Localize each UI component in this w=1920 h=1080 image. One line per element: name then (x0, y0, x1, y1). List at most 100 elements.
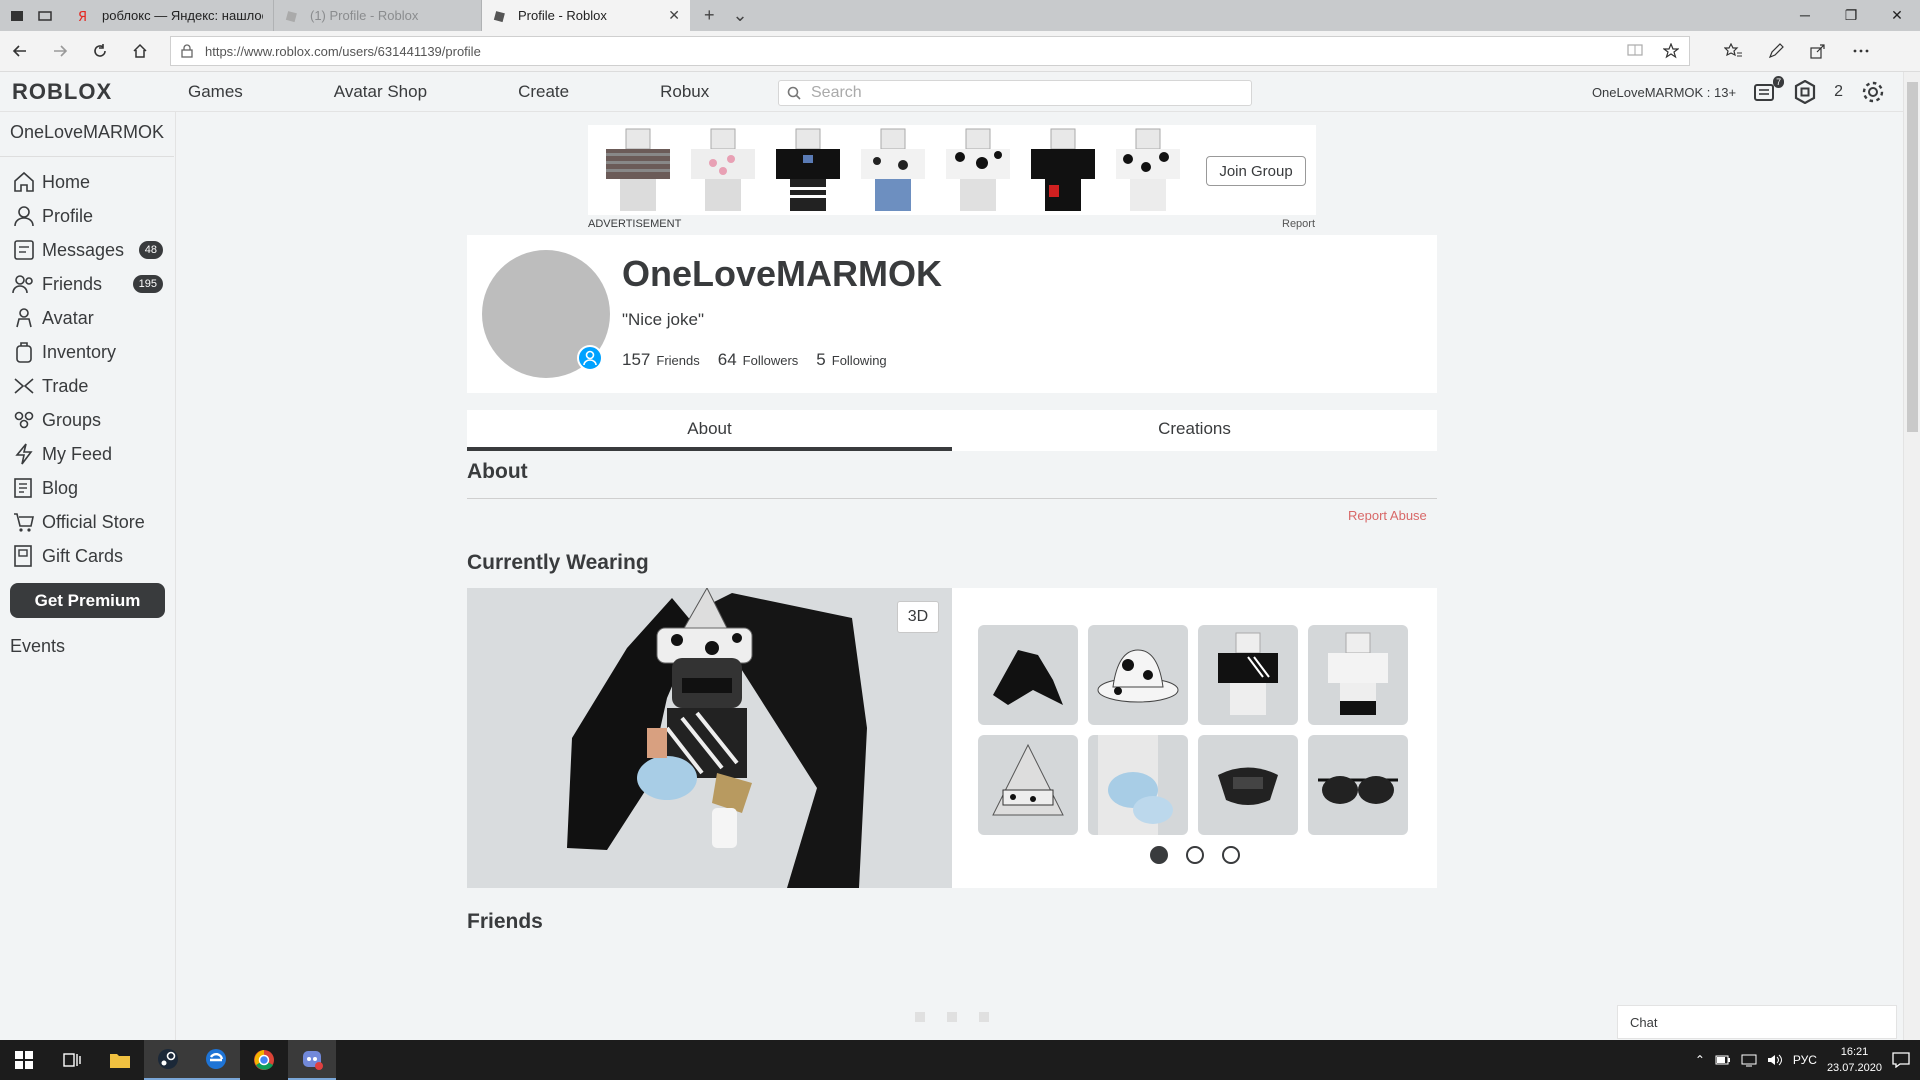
carousel-dot-1[interactable] (1150, 846, 1168, 864)
nav-games[interactable]: Games (188, 82, 243, 102)
sidebar-item-label: Avatar (42, 307, 94, 328)
browser-tab-roblox-1[interactable]: (1) Profile - Roblox (274, 0, 482, 31)
item-white-pants[interactable] (1308, 625, 1408, 725)
nav-avatar-shop[interactable]: Avatar Shop (334, 82, 427, 102)
join-group-button[interactable]: Join Group (1206, 156, 1306, 186)
minimize-icon[interactable]: ─ (1782, 0, 1828, 31)
toggle-3d-button[interactable]: 3D (897, 601, 939, 633)
sidebar-item-gift-cards[interactable]: Gift Cards (0, 539, 175, 573)
item-pyramid-hat[interactable] (978, 735, 1078, 835)
item-mask[interactable] (1198, 735, 1298, 835)
back-icon[interactable] (0, 43, 40, 59)
notifications-button[interactable]: 7 (1754, 76, 1785, 102)
profile-username: OneLoveMARMOK (622, 253, 943, 294)
item-ice-feet[interactable] (1088, 735, 1188, 835)
taskbar-file-explorer[interactable] (96, 1040, 144, 1080)
sidebar-item-home[interactable]: Home (0, 165, 175, 199)
volume-icon[interactable] (1767, 1053, 1783, 1067)
sidebar-item-label: Blog (42, 477, 79, 498)
item-cow-print-hat[interactable] (1088, 625, 1188, 725)
scrollbar-thumb[interactable] (1907, 82, 1918, 432)
favorite-star-icon[interactable] (1663, 43, 1679, 59)
sidebar-item-label: Messages (42, 239, 125, 260)
tab-preview-icon[interactable] (38, 9, 52, 23)
pen-icon[interactable] (1768, 43, 1784, 59)
friends-label: Friends (656, 353, 700, 368)
url-field[interactable]: https://www.roblox.com/users/631441139/p… (170, 36, 1690, 66)
report-abuse-link[interactable]: Report Abuse (1348, 508, 1427, 523)
sidebar-item-inventory[interactable]: Inventory (0, 335, 175, 369)
header-username[interactable]: OneLoveMARMOK : 13+ (1592, 85, 1736, 100)
friends-heading: Friends (467, 910, 543, 933)
browser-tab-yandex[interactable]: Я роблокс — Яндекс: нашлос (66, 0, 274, 31)
browser-tab-roblox-active[interactable]: Profile - Roblox ✕ (482, 0, 690, 31)
close-window-icon[interactable]: ✕ (1874, 0, 1920, 31)
share-icon[interactable] (1810, 43, 1826, 59)
about-heading: About (467, 460, 528, 483)
refresh-icon[interactable] (80, 43, 120, 59)
taskbar-clock[interactable]: 16:21 23.07.2020 (1827, 1044, 1882, 1076)
nav-create[interactable]: Create (518, 82, 569, 102)
ad-shirt-image (691, 128, 755, 211)
action-center-icon[interactable] (1892, 1052, 1910, 1068)
tabs-aside-icon[interactable] (10, 9, 24, 23)
friends-stat[interactable]: 157 Friends (622, 350, 700, 370)
robux-icon[interactable] (1794, 80, 1816, 104)
ad-report-link[interactable]: Report (1282, 218, 1315, 230)
carousel-dot-2[interactable] (1186, 846, 1204, 864)
page-scrollbar[interactable] (1903, 72, 1920, 1040)
svg-text:Я: Я (78, 10, 87, 23)
item-sunglasses[interactable] (1308, 735, 1408, 835)
tab-about[interactable]: About (467, 410, 952, 451)
following-stat[interactable]: 5 Following (816, 350, 886, 370)
ad-banner[interactable]: Join Group (588, 125, 1316, 215)
more-icon[interactable] (1852, 43, 1870, 59)
loading-indicator (979, 1012, 989, 1022)
restore-icon[interactable]: ❐ (1828, 0, 1874, 31)
sidebar-item-groups[interactable]: Groups (0, 403, 175, 437)
reading-view-icon[interactable] (1627, 43, 1643, 57)
close-tab-icon[interactable]: ✕ (668, 7, 680, 24)
new-tab-icon[interactable]: + (704, 5, 715, 26)
get-premium-button[interactable]: Get Premium (10, 583, 165, 618)
item-wings[interactable] (978, 625, 1078, 725)
chat-bar[interactable]: Chat (1617, 1005, 1897, 1039)
favorites-icon[interactable] (1724, 43, 1742, 59)
task-view-button[interactable] (48, 1040, 96, 1080)
taskbar-chrome[interactable] (240, 1040, 288, 1080)
tab-list-chevron-icon[interactable]: ⌄ (733, 5, 748, 26)
sidebar-item-trade[interactable]: Trade (0, 369, 175, 403)
avatar-3d-view[interactable]: 3D (467, 588, 952, 888)
nav-robux[interactable]: Robux (660, 82, 709, 102)
tab-creations[interactable]: Creations (952, 410, 1437, 451)
sidebar-item-profile[interactable]: Profile (0, 199, 175, 233)
sidebar-item-friends[interactable]: Friends 195 (0, 267, 175, 301)
blog-icon (14, 478, 32, 498)
robux-count[interactable]: 2 (1834, 83, 1843, 101)
sidebar-item-my-feed[interactable]: My Feed (0, 437, 175, 471)
sidebar-username[interactable]: OneLoveMARMOK (0, 112, 175, 146)
tray-overflow-chevron-icon[interactable]: ⌃ (1695, 1053, 1705, 1067)
settings-gear-icon[interactable] (1861, 80, 1885, 104)
start-button[interactable] (0, 1040, 48, 1080)
search-input[interactable]: Search (778, 80, 1252, 106)
forward-icon[interactable] (40, 43, 80, 59)
network-icon[interactable] (1741, 1053, 1757, 1067)
sidebar-item-messages[interactable]: Messages 48 (0, 233, 175, 267)
sidebar-item-official-store[interactable]: Official Store (0, 505, 175, 539)
messages-icon (14, 240, 34, 260)
home-icon[interactable] (120, 43, 160, 59)
taskbar-edge[interactable] (192, 1040, 240, 1080)
taskbar-discord[interactable] (288, 1040, 336, 1080)
battery-icon[interactable] (1715, 1054, 1731, 1066)
carousel-dot-3[interactable] (1222, 846, 1240, 864)
discord-icon (303, 1051, 323, 1070)
roblox-logo[interactable]: ROBLOX (12, 79, 180, 105)
sidebar-item-blog[interactable]: Blog (0, 471, 175, 505)
sidebar-events-link[interactable]: Events (0, 618, 175, 657)
followers-stat[interactable]: 64 Followers (718, 350, 799, 370)
taskbar-steam[interactable] (144, 1040, 192, 1080)
input-language[interactable]: РУС (1793, 1053, 1817, 1067)
item-black-shirt[interactable] (1198, 625, 1298, 725)
sidebar-item-avatar[interactable]: Avatar (0, 301, 175, 335)
